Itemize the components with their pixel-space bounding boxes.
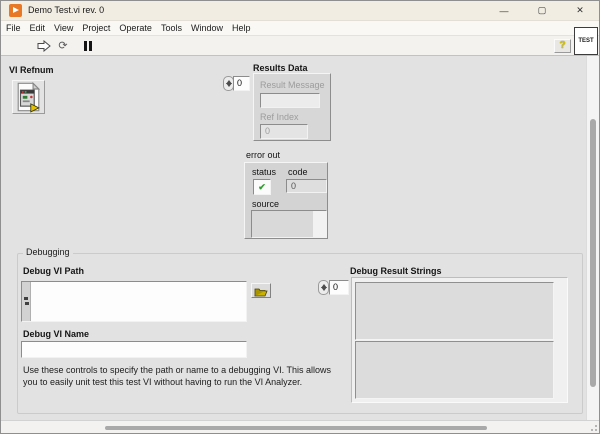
resize-grip[interactable] (588, 422, 597, 431)
folder-open-icon (254, 288, 268, 297)
close-icon[interactable]: ✕ (561, 1, 599, 20)
error-code-field[interactable]: 0 (286, 179, 327, 193)
toolbar: ⟳ ? (1, 35, 599, 56)
menu-edit[interactable]: Edit (30, 23, 46, 33)
window-controls: — ▢ ✕ (485, 1, 599, 20)
titlebar: Demo Test.vi rev. 0 — ▢ ✕ (1, 1, 599, 20)
horizontal-scrollbar[interactable] (1, 420, 599, 433)
run-continuous-icon[interactable]: ⟳ (56, 38, 70, 54)
results-data-cluster: Result Message Ref Index 0 (253, 73, 331, 141)
results-data-label: Results Data (253, 63, 308, 73)
ref-index-label: Ref Index (260, 112, 299, 122)
debug-result-strings-index[interactable]: 0 (329, 280, 349, 295)
debug-result-string-0[interactable] (355, 282, 554, 340)
maximize-icon[interactable]: ▢ (523, 1, 561, 20)
browse-button[interactable] (251, 283, 271, 298)
vi-icon[interactable]: TEST (574, 27, 598, 55)
debug-vi-name-label: Debug VI Name (23, 329, 90, 339)
menu-window[interactable]: Window (191, 23, 223, 33)
debug-vi-path-label: Debug VI Path (23, 266, 85, 276)
error-out-cluster: status ✔ code 0 source (244, 162, 328, 239)
debugging-label: Debugging (23, 247, 73, 257)
debug-result-strings-index-spinner[interactable] (318, 280, 329, 295)
menu-view[interactable]: View (54, 23, 73, 33)
minimize-icon[interactable]: — (485, 1, 523, 20)
result-message-field[interactable] (260, 93, 320, 108)
vertical-scrollbar-thumb[interactable] (590, 119, 596, 387)
error-source-scroll-area (313, 211, 326, 237)
error-status-ok-icon[interactable]: ✔ (253, 179, 271, 195)
error-out-label: error out (246, 150, 281, 160)
vertical-scrollbar[interactable] (586, 56, 599, 421)
path-type-strip[interactable] (22, 282, 31, 321)
window-title: Demo Test.vi rev. 0 (28, 5, 105, 15)
pause-icon[interactable] (83, 41, 93, 51)
labview-icon (9, 4, 22, 17)
result-message-label: Result Message (260, 80, 325, 90)
path-glyph-icon (24, 297, 29, 306)
debugging-help-text: Use these controls to specify the path o… (23, 365, 332, 388)
debug-result-strings-array (351, 277, 568, 403)
menu-file[interactable]: File (6, 23, 21, 33)
error-status-label: status (252, 167, 277, 177)
error-code-label: code (288, 167, 308, 177)
vi-refnum-icon (17, 81, 41, 113)
run-icon[interactable] (37, 40, 51, 52)
labview-play-glyph (13, 7, 19, 13)
vi-icon-label: TEST (578, 38, 594, 44)
debug-result-strings-label: Debug Result Strings (350, 266, 442, 276)
context-help-icon[interactable]: ? (554, 39, 571, 53)
menu-project[interactable]: Project (82, 23, 110, 33)
vi-refnum-control[interactable] (12, 80, 45, 114)
labview-window: Demo Test.vi rev. 0 — ▢ ✕ File Edit View… (0, 0, 600, 434)
debug-vi-path-value[interactable] (33, 283, 245, 320)
menu-tools[interactable]: Tools (161, 23, 182, 33)
horizontal-scrollbar-thumb[interactable] (105, 426, 487, 430)
debug-vi-name-field[interactable] (21, 341, 247, 358)
menu-operate[interactable]: Operate (119, 23, 152, 33)
error-source-label: source (252, 199, 280, 209)
results-data-index[interactable]: 0 (233, 76, 250, 91)
debug-result-string-1[interactable] (355, 341, 554, 399)
ref-index-field[interactable]: 0 (260, 124, 308, 139)
debug-vi-path-control[interactable] (21, 281, 247, 322)
vi-refnum-label: VI Refnum (9, 65, 54, 75)
menu-help[interactable]: Help (232, 23, 251, 33)
menubar: File Edit View Project Operate Tools Win… (1, 20, 599, 35)
